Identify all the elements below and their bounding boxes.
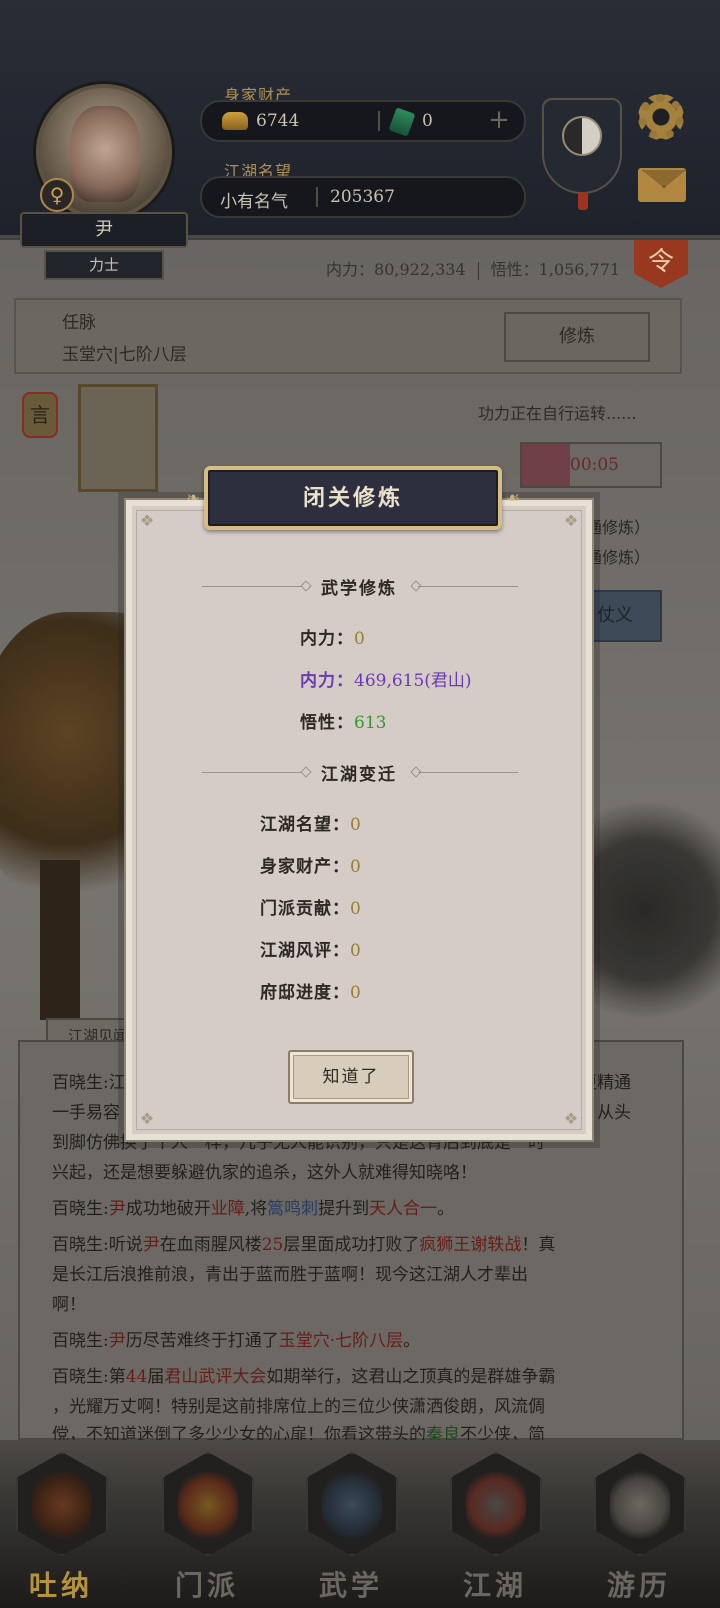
seclusion-dialog: ❖ ❖ ❖ ❖ 武学修炼 内力：0 内力：469,615(君山) 悟性：613 … (124, 498, 594, 1142)
reward-label: 江湖风评： (260, 941, 350, 961)
corner-ornament-icon: ❖ (139, 1109, 155, 1128)
dialog-header: 闭关修炼 (204, 466, 502, 530)
corner-ornament-icon: ❖ (139, 511, 155, 530)
reward-value: 0 (350, 983, 361, 1003)
corner-ornament-icon: ❖ (563, 511, 579, 530)
reward-row: 身家财产：0 (260, 852, 361, 877)
reward-label: 身家财产： (260, 857, 350, 877)
reward-row: 门派贡献：0 (260, 894, 361, 919)
reward-label: 门派贡献： (260, 899, 350, 919)
reward-value: 613 (354, 713, 387, 733)
reward-label: 内力： (300, 671, 354, 691)
reward-value: 469,615(君山) (354, 671, 472, 691)
reward-label: 江湖名望： (260, 815, 350, 835)
reward-label: 府邸进度： (260, 983, 350, 1003)
reward-row: 江湖名望：0 (260, 810, 361, 835)
reward-row: 内力：469,615(君山) (300, 666, 472, 691)
header-wing-icon: ❧ (186, 488, 200, 507)
reward-value: 0 (350, 941, 361, 961)
section-title-jianghu: 江湖变迁 (321, 765, 397, 785)
reward-row: 悟性：613 (300, 708, 386, 733)
reward-row: 内力：0 (300, 624, 365, 649)
reward-label: 悟性： (300, 713, 354, 733)
reward-row: 府邸进度：0 (260, 978, 361, 1003)
section-title-martial: 武学修炼 (321, 579, 397, 599)
reward-value: 0 (354, 629, 365, 649)
acknowledge-button[interactable]: 知道了 (288, 1050, 414, 1104)
reward-value: 0 (350, 899, 361, 919)
reward-value: 0 (350, 857, 361, 877)
corner-ornament-icon: ❖ (563, 1109, 579, 1128)
reward-row: 江湖风评：0 (260, 936, 361, 961)
reward-label: 内力： (300, 629, 354, 649)
header-wing-icon: ☙ (505, 488, 521, 507)
reward-value: 0 (350, 815, 361, 835)
dialog-title: 闭关修炼 (302, 485, 403, 511)
